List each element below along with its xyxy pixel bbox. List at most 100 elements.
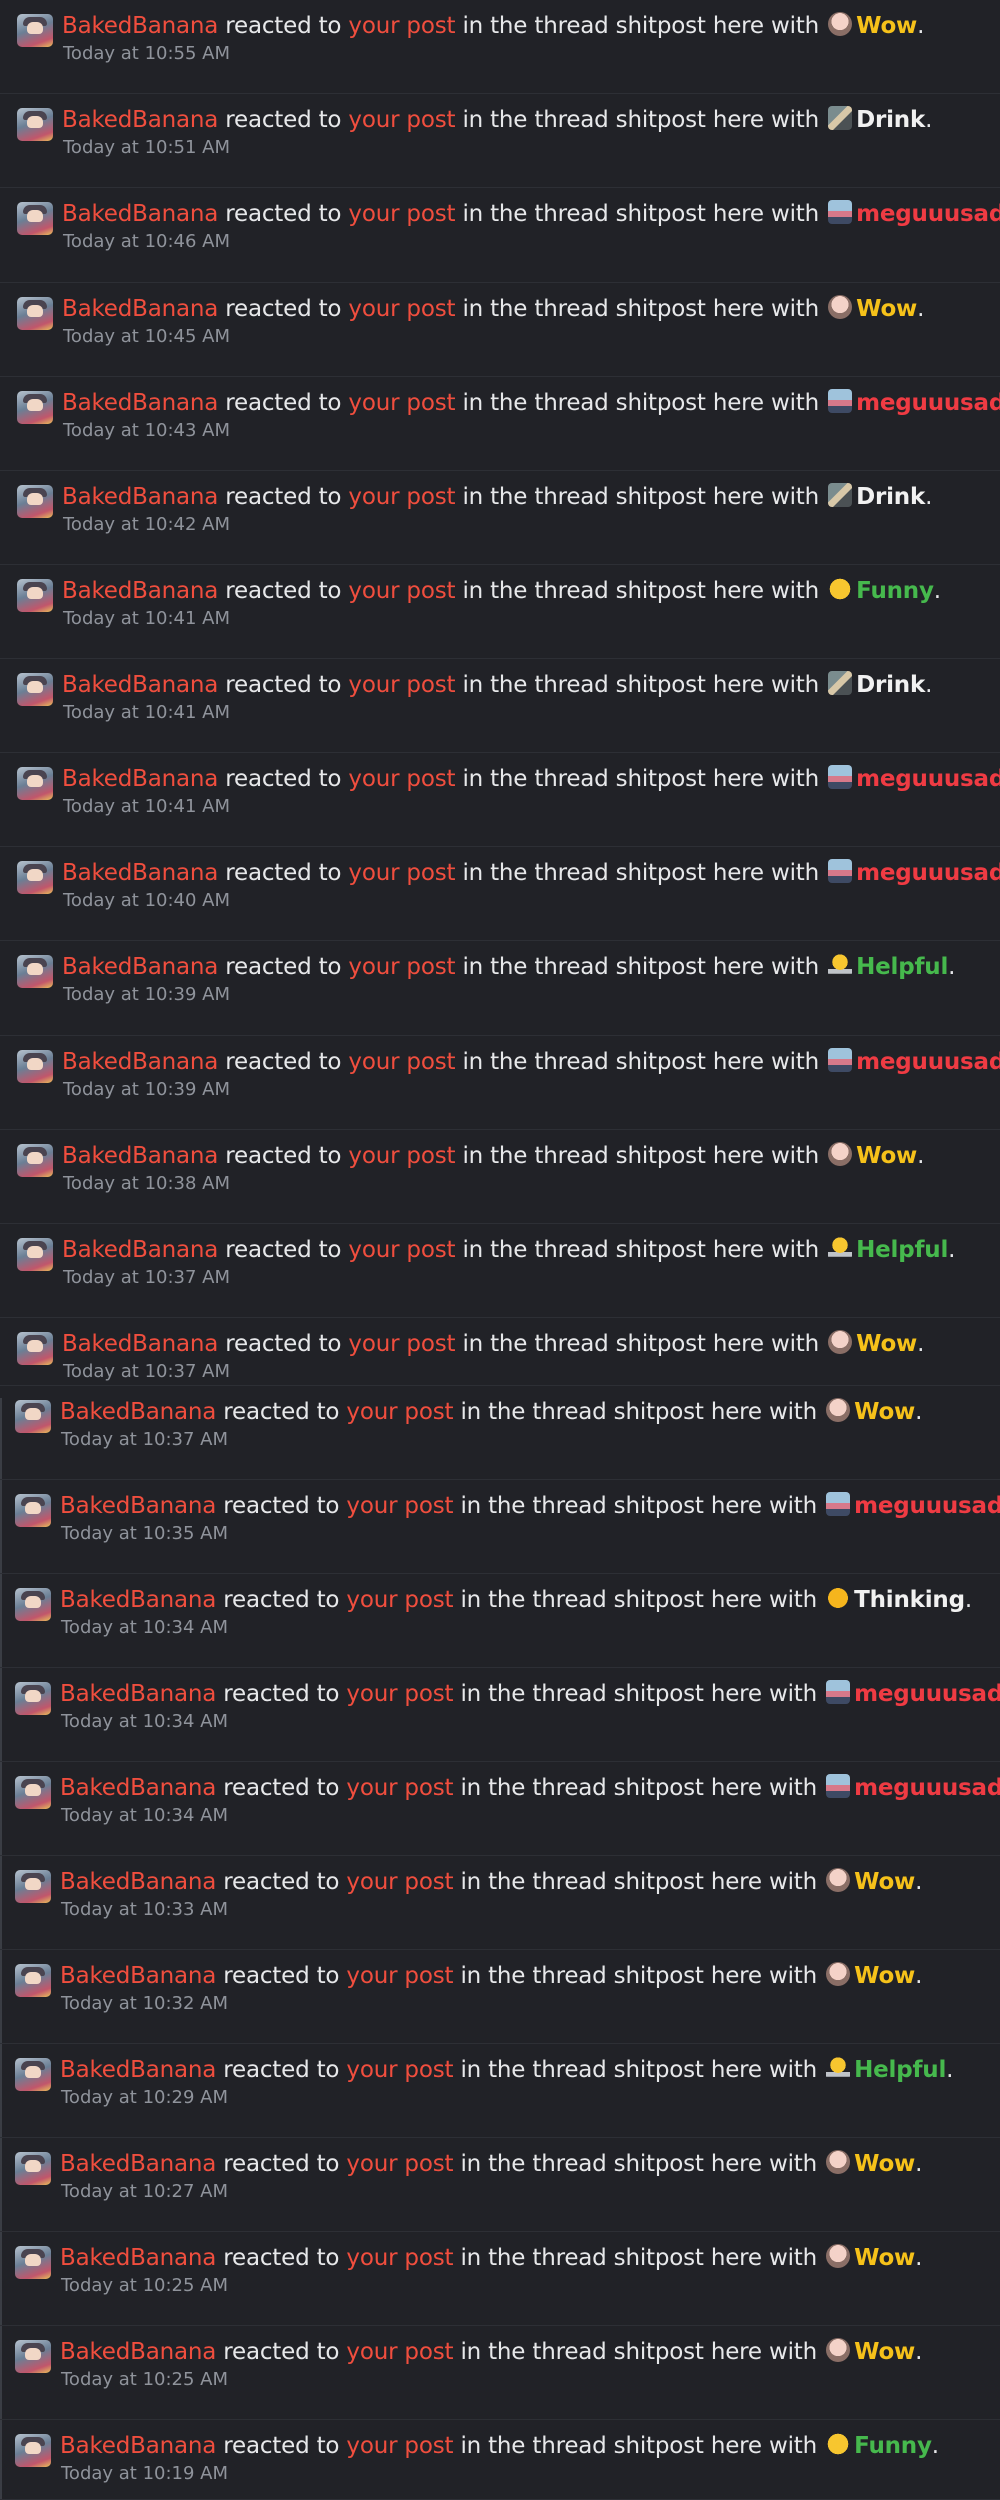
avatar[interactable] [17, 767, 53, 800]
alert-item[interactable]: BakedBanana reacted to your post in the … [0, 1130, 1000, 1224]
alert-item[interactable]: BakedBanana reacted to your post in the … [0, 0, 1000, 94]
avatar[interactable] [15, 1494, 51, 1527]
alert-item[interactable]: BakedBanana reacted to your post in the … [0, 1668, 1000, 1762]
avatar[interactable] [17, 297, 53, 330]
alert-item[interactable]: BakedBanana reacted to your post in the … [0, 94, 1000, 188]
username-link[interactable]: BakedBanana [60, 1399, 216, 1425]
alert-item[interactable]: BakedBanana reacted to your post in the … [0, 2326, 1000, 2420]
username-link[interactable]: BakedBanana [60, 2339, 216, 2365]
username-link[interactable]: BakedBanana [62, 484, 218, 510]
alert-item[interactable]: BakedBanana reacted to your post in the … [0, 847, 1000, 941]
alert-item[interactable]: BakedBanana reacted to your post in the … [0, 753, 1000, 847]
post-link[interactable]: your post [348, 860, 455, 886]
avatar[interactable] [17, 1332, 53, 1365]
username-link[interactable]: BakedBanana [62, 672, 218, 698]
alert-item[interactable]: BakedBanana reacted to your post in the … [0, 2138, 1000, 2232]
avatar[interactable] [17, 955, 53, 988]
username-link[interactable]: BakedBanana [60, 2151, 216, 2177]
avatar[interactable] [17, 485, 53, 518]
post-link[interactable]: your post [346, 2245, 453, 2271]
username-link[interactable]: BakedBanana [60, 2057, 216, 2083]
alert-item[interactable]: BakedBanana reacted to your post in the … [0, 1762, 1000, 1856]
post-link[interactable]: your post [348, 1049, 455, 1075]
avatar[interactable] [17, 108, 53, 141]
username-link[interactable]: BakedBanana [62, 954, 218, 980]
avatar[interactable] [17, 14, 53, 47]
post-link[interactable]: your post [348, 1331, 455, 1357]
post-link[interactable]: your post [346, 2433, 453, 2459]
avatar[interactable] [15, 2058, 51, 2091]
post-link[interactable]: your post [348, 201, 455, 227]
avatar[interactable] [17, 861, 53, 894]
alert-item[interactable]: BakedBanana reacted to your post in the … [0, 188, 1000, 283]
avatar[interactable] [15, 1776, 51, 1809]
avatar[interactable] [17, 579, 53, 612]
username-link[interactable]: BakedBanana [60, 1587, 216, 1613]
post-link[interactable]: your post [348, 484, 455, 510]
alert-item[interactable]: BakedBanana reacted to your post in the … [0, 2420, 1000, 2500]
alert-item[interactable]: BakedBanana reacted to your post in the … [0, 941, 1000, 1036]
alert-item[interactable]: BakedBanana reacted to your post in the … [0, 1480, 1000, 1574]
alert-item[interactable]: BakedBanana reacted to your post in the … [0, 1036, 1000, 1130]
avatar[interactable] [15, 1870, 51, 1903]
post-link[interactable]: your post [346, 1963, 453, 1989]
avatar[interactable] [15, 2152, 51, 2185]
post-link[interactable]: your post [346, 1775, 453, 1801]
post-link[interactable]: your post [348, 1237, 455, 1263]
avatar[interactable] [15, 2434, 51, 2467]
username-link[interactable]: BakedBanana [60, 1775, 216, 1801]
post-link[interactable]: your post [346, 1587, 453, 1613]
post-link[interactable]: your post [348, 107, 455, 133]
username-link[interactable]: BakedBanana [62, 1331, 218, 1357]
post-link[interactable]: your post [348, 1143, 455, 1169]
alert-item[interactable]: BakedBanana reacted to your post in the … [0, 1856, 1000, 1950]
avatar[interactable] [15, 1588, 51, 1621]
alert-item[interactable]: BakedBanana reacted to your post in the … [0, 1318, 1000, 1386]
post-link[interactable]: your post [346, 1399, 453, 1425]
username-link[interactable]: BakedBanana [62, 107, 218, 133]
username-link[interactable]: BakedBanana [62, 860, 218, 886]
avatar[interactable] [17, 1238, 53, 1271]
avatar[interactable] [15, 2246, 51, 2279]
username-link[interactable]: BakedBanana [62, 578, 218, 604]
alert-item[interactable]: BakedBanana reacted to your post in the … [0, 283, 1000, 377]
avatar[interactable] [17, 391, 53, 424]
post-link[interactable]: your post [346, 2151, 453, 2177]
avatar[interactable] [17, 202, 53, 235]
alert-item[interactable]: BakedBanana reacted to your post in the … [0, 2044, 1000, 2138]
username-link[interactable]: BakedBanana [60, 2245, 216, 2271]
avatar[interactable] [15, 2340, 51, 2373]
post-link[interactable]: your post [348, 296, 455, 322]
avatar[interactable] [17, 1144, 53, 1177]
avatar[interactable] [17, 673, 53, 706]
post-link[interactable]: your post [346, 1869, 453, 1895]
post-link[interactable]: your post [348, 13, 455, 39]
alert-item[interactable]: BakedBanana reacted to your post in the … [0, 471, 1000, 565]
post-link[interactable]: your post [346, 1681, 453, 1707]
alert-item[interactable]: BakedBanana reacted to your post in the … [0, 659, 1000, 753]
username-link[interactable]: BakedBanana [62, 13, 218, 39]
username-link[interactable]: BakedBanana [60, 1963, 216, 1989]
post-link[interactable]: your post [348, 578, 455, 604]
username-link[interactable]: BakedBanana [62, 766, 218, 792]
username-link[interactable]: BakedBanana [60, 1493, 216, 1519]
username-link[interactable]: BakedBanana [62, 1049, 218, 1075]
username-link[interactable]: BakedBanana [62, 201, 218, 227]
username-link[interactable]: BakedBanana [62, 390, 218, 416]
post-link[interactable]: your post [348, 390, 455, 416]
avatar[interactable] [15, 1400, 51, 1433]
username-link[interactable]: BakedBanana [62, 296, 218, 322]
avatar[interactable] [17, 1050, 53, 1083]
post-link[interactable]: your post [346, 2339, 453, 2365]
alert-item[interactable]: BakedBanana reacted to your post in the … [0, 565, 1000, 659]
alert-item[interactable]: BakedBanana reacted to your post in the … [0, 1950, 1000, 2044]
username-link[interactable]: BakedBanana [62, 1143, 218, 1169]
alert-item[interactable]: BakedBanana reacted to your post in the … [0, 377, 1000, 471]
username-link[interactable]: BakedBanana [62, 1237, 218, 1263]
post-link[interactable]: your post [346, 2057, 453, 2083]
username-link[interactable]: BakedBanana [60, 1681, 216, 1707]
post-link[interactable]: your post [348, 766, 455, 792]
avatar[interactable] [15, 1682, 51, 1715]
avatar[interactable] [15, 1964, 51, 1997]
alert-item[interactable]: BakedBanana reacted to your post in the … [0, 1386, 1000, 1480]
